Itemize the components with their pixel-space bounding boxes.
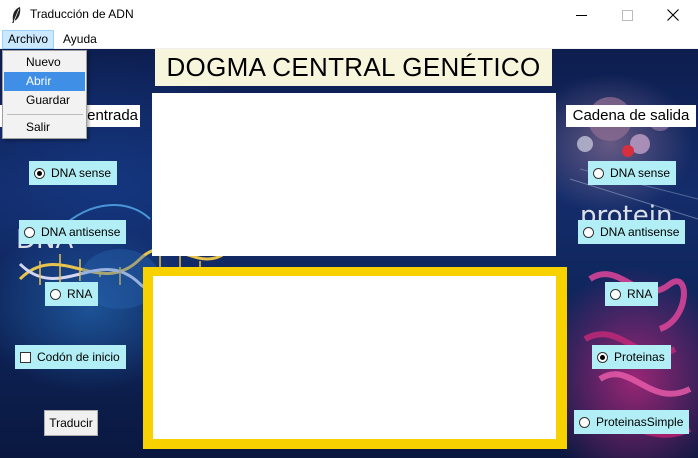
output-frame xyxy=(143,267,567,449)
output-radio-proteinas[interactable]: Proteinas xyxy=(592,345,671,369)
output-radio-dna-sense[interactable]: DNA sense xyxy=(588,161,677,185)
archivo-dropdown-menu: Nuevo Abrir Guardar Salir xyxy=(2,50,87,139)
main-canvas: DNA protein DOGMA CENTRAL GENÉTICO Caden… xyxy=(0,49,698,458)
translate-button[interactable]: Traducir xyxy=(44,410,98,436)
checkbox-icon xyxy=(20,351,31,363)
start-codon-checkbox[interactable]: Codón de inicio xyxy=(15,345,126,369)
input-radio-dna-sense[interactable]: DNA sense xyxy=(29,161,118,185)
menu-ayuda[interactable]: Ayuda xyxy=(58,30,102,49)
menu-bar: Archivo Ayuda xyxy=(0,30,698,49)
page-title: DOGMA CENTRAL GENÉTICO xyxy=(155,49,552,86)
maximize-button[interactable] xyxy=(604,0,650,30)
output-textarea[interactable] xyxy=(153,276,556,439)
radio-label: RNA xyxy=(67,287,93,301)
radio-selected-icon xyxy=(34,167,45,179)
radio-label: DNA sense xyxy=(610,166,671,180)
radio-label: DNA sense xyxy=(51,166,112,180)
output-radio-rna[interactable]: RNA xyxy=(605,282,659,306)
window-title: Traducción de ADN xyxy=(30,7,134,21)
radio-icon xyxy=(24,226,35,238)
radio-label: DNA antisense xyxy=(41,225,121,239)
title-bar: Traducción de ADN xyxy=(0,0,698,30)
input-textarea[interactable] xyxy=(152,93,556,256)
menu-item-nuevo[interactable]: Nuevo xyxy=(4,53,85,72)
radio-icon xyxy=(50,288,61,300)
output-radio-dna-antisense[interactable]: DNA antisense xyxy=(578,220,686,244)
input-radio-rna[interactable]: RNA xyxy=(45,282,99,306)
output-radio-proteinas-simple[interactable]: ProteinasSimple xyxy=(574,410,690,434)
input-radio-dna-antisense[interactable]: DNA antisense xyxy=(19,220,127,244)
menu-separator xyxy=(7,114,83,115)
radio-label: Proteinas xyxy=(614,350,665,364)
minimize-button[interactable] xyxy=(558,0,604,30)
radio-icon xyxy=(583,226,594,238)
minimize-icon xyxy=(575,14,587,16)
output-label: Cadena de salida xyxy=(566,105,696,127)
menu-item-abrir[interactable]: Abrir xyxy=(4,72,85,91)
menu-item-salir[interactable]: Salir xyxy=(4,118,85,137)
radio-label: DNA antisense xyxy=(600,225,680,239)
radio-icon xyxy=(579,416,590,428)
checkbox-label: Codón de inicio xyxy=(37,350,120,364)
menu-item-guardar[interactable]: Guardar xyxy=(4,91,85,110)
radio-icon xyxy=(610,288,621,300)
maximize-icon xyxy=(621,9,633,21)
close-icon xyxy=(667,9,679,21)
menu-archivo[interactable]: Archivo xyxy=(2,30,55,49)
radio-selected-icon xyxy=(597,351,608,363)
radio-label: RNA xyxy=(627,287,653,301)
feather-icon xyxy=(12,7,21,23)
radio-icon xyxy=(593,167,604,179)
radio-label: ProteinasSimple xyxy=(596,415,684,429)
close-button[interactable] xyxy=(650,0,696,30)
